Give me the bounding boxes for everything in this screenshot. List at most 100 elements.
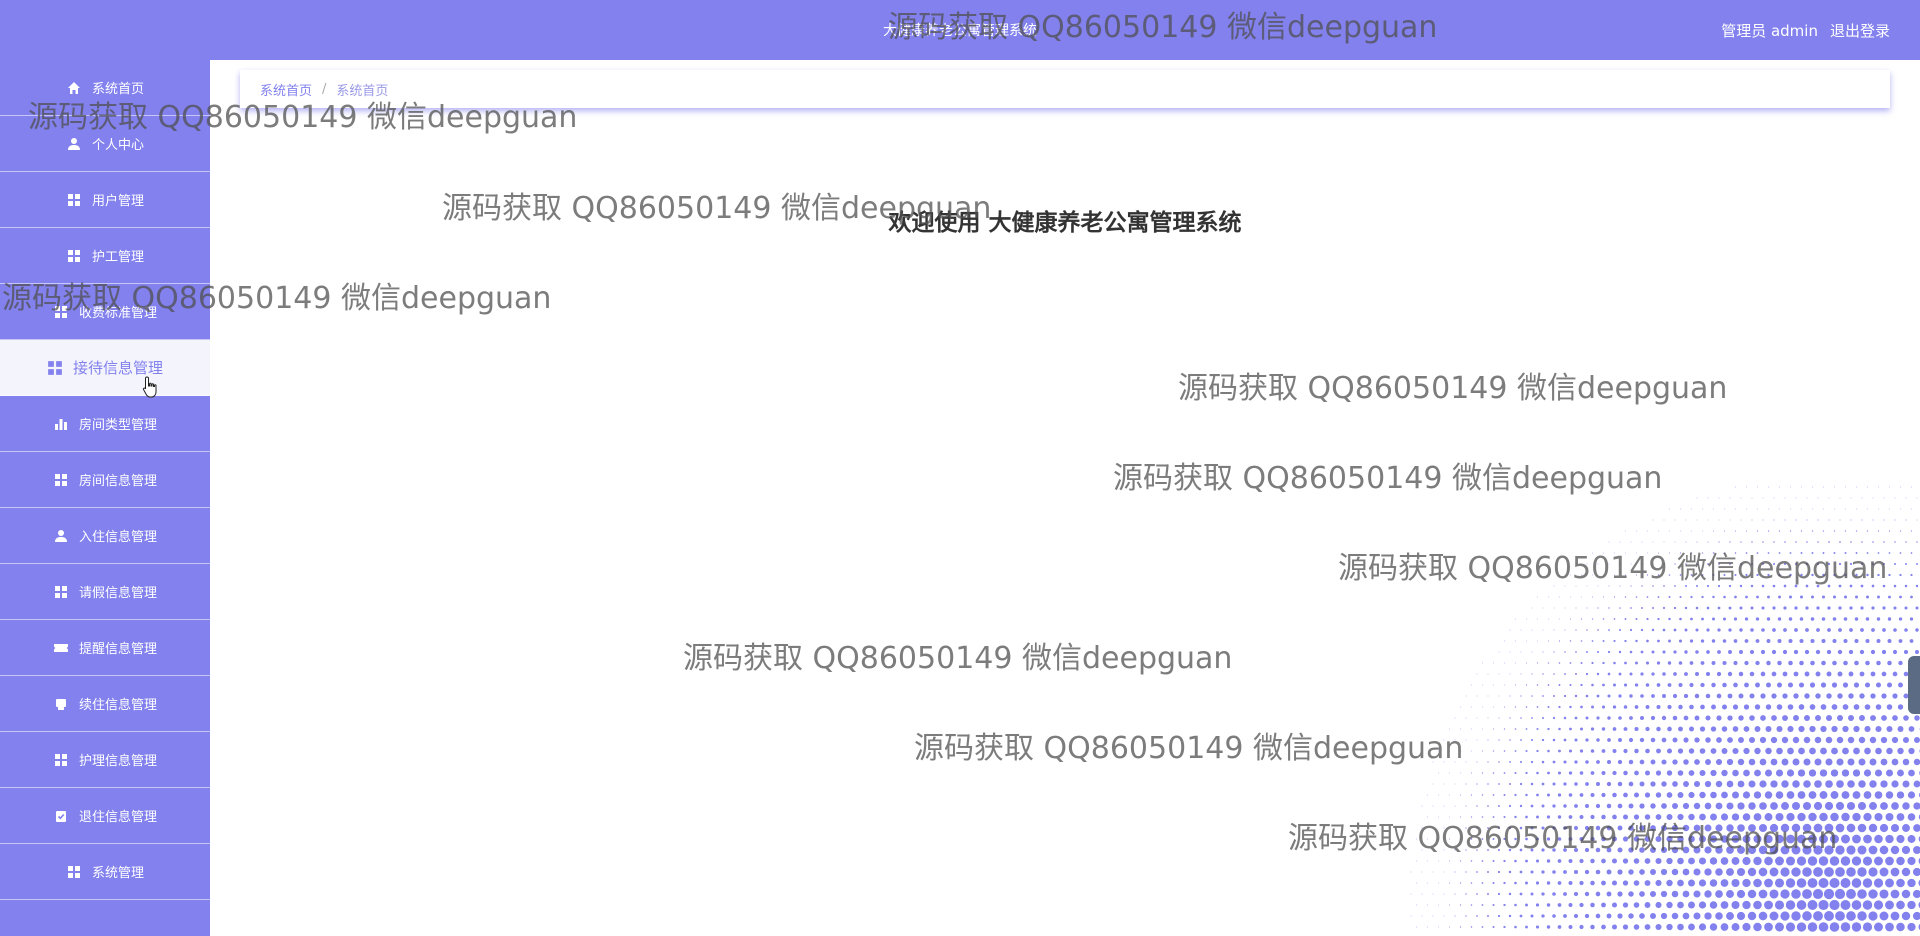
watermark: 源码获取 QQ86050149 微信deepguan: [914, 731, 1464, 766]
halftone-dot: [1872, 541, 1874, 543]
halftone-dot: [1745, 530, 1748, 532]
halftone-dot: [1613, 661, 1616, 665]
halftone-dot: [1783, 606, 1787, 610]
halftone-dot: [1559, 618, 1560, 620]
halftone-dot: [1744, 617, 1749, 621]
halftone-dot: [1710, 748, 1717, 754]
halftone-dot: [1758, 867, 1768, 877]
halftone-dot: [1633, 880, 1640, 886]
halftone-dot: [1465, 783, 1467, 785]
halftone-dot: [1443, 827, 1445, 829]
sidebar-item-home[interactable]: 系统首页: [0, 60, 210, 116]
halftone-dot: [1822, 595, 1825, 599]
halftone-dot: [1695, 650, 1699, 654]
halftone-dot: [1769, 867, 1779, 877]
sidebar-item-fees[interactable]: 收费标准管理: [0, 284, 210, 340]
halftone-dot: [1657, 596, 1660, 598]
halftone-dot: [1696, 519, 1698, 521]
halftone-dot: [1607, 716, 1611, 720]
logout-link[interactable]: 退出登录: [1830, 20, 1890, 41]
sidebar-item-check-in[interactable]: 入住信息管理: [0, 508, 210, 564]
sidebar-item-rooms[interactable]: 房间信息管理: [0, 452, 210, 508]
halftone-dot: [1710, 769, 1717, 777]
halftone-dot: [1515, 618, 1516, 620]
halftone-dot: [1497, 826, 1501, 830]
halftone-dot: [1755, 617, 1760, 621]
halftone-dot: [1563, 694, 1567, 698]
halftone-dot: [1644, 902, 1651, 908]
halftone-dot: [1753, 878, 1762, 888]
halftone-dot: [1796, 856, 1807, 866]
halftone-dot: [1781, 780, 1789, 788]
halftone-dot: [1595, 825, 1601, 831]
halftone-dot: [1704, 802, 1712, 810]
halftone-dot: [1525, 793, 1528, 797]
halftone-dot: [1742, 922, 1751, 932]
halftone-dot: [1875, 704, 1882, 710]
halftone-dot: [1883, 519, 1885, 521]
sidebar-item-reception[interactable]: 接待信息管理: [0, 340, 210, 396]
halftone-dot: [1568, 749, 1573, 753]
halftone-dot: [1715, 846, 1723, 854]
halftone-dot: [1847, 780, 1855, 788]
halftone-dot: [1882, 606, 1886, 610]
halftone-dot: [1889, 486, 1890, 488]
halftone-dot: [1492, 859, 1495, 863]
halftone-dot: [1498, 717, 1500, 719]
halftone-dot: [1514, 815, 1517, 819]
halftone-dot: [1671, 824, 1679, 832]
halftone-dot: [1802, 867, 1812, 877]
breadcrumb-home-link[interactable]: 系统首页: [260, 80, 312, 99]
sidebar-item-check-out[interactable]: 退住信息管理: [0, 788, 210, 844]
halftone-dot: [1843, 660, 1848, 666]
halftone-dot: [1809, 747, 1816, 755]
halftone-dot: [1881, 671, 1887, 677]
sidebar-item-profile[interactable]: 个人中心: [0, 116, 210, 172]
halftone-dot: [1465, 871, 1467, 873]
halftone-dot: [1807, 856, 1818, 866]
halftone-dot: [1476, 783, 1478, 785]
halftone-dot: [1645, 683, 1650, 687]
halftone-dot: [1636, 530, 1637, 532]
halftone-dot: [1916, 541, 1918, 543]
halftone-dot: [1432, 805, 1434, 807]
halftone-dot: [1575, 563, 1577, 565]
sidebar-item-nursing[interactable]: 护理信息管理: [0, 732, 210, 788]
sidebar-item-system[interactable]: 系统管理: [0, 844, 210, 900]
halftone-dot: [1497, 914, 1501, 918]
halftone-dot: [1891, 758, 1899, 766]
halftone-dot: [1628, 891, 1634, 897]
halftone-dot: [1829, 856, 1840, 866]
halftone-dot: [1820, 725, 1827, 733]
halftone-dot: [1525, 837, 1528, 841]
halftone-dot: [1557, 793, 1562, 797]
halftone-dot: [1764, 834, 1773, 844]
sidebar-item-room-types[interactable]: 房间类型管理: [0, 396, 210, 452]
halftone-dot: [1904, 628, 1908, 632]
halftone-dot: [1535, 903, 1540, 907]
halftone-dot: [1531, 629, 1533, 631]
halftone-dot: [1579, 749, 1584, 753]
halftone-dot: [1641, 585, 1643, 587]
halftone-dot: [1909, 639, 1914, 643]
grid-icon: [66, 248, 82, 264]
halftone-dot: [1677, 813, 1684, 821]
sidebar-item-extension[interactable]: 续住信息管理: [0, 676, 210, 732]
sidebar-item-reminders[interactable]: 提醒信息管理: [0, 620, 210, 676]
halftone-dot: [1722, 617, 1727, 621]
sidebar-item-leave[interactable]: 请假信息管理: [0, 564, 210, 620]
halftone-dot: [1568, 859, 1573, 863]
side-handle[interactable]: [1908, 656, 1920, 714]
halftone-dot: [1813, 845, 1823, 855]
halftone-dot: [1573, 891, 1579, 897]
halftone-dot: [1652, 585, 1654, 587]
halftone-dot: [1794, 562, 1798, 566]
halftone-dot: [1628, 847, 1634, 853]
halftone-dot: [1460, 772, 1461, 774]
halftone-dot: [1786, 812, 1795, 822]
halftone-dot: [1682, 890, 1690, 898]
halftone-dot: [1630, 541, 1632, 543]
halftone-dot: [1693, 912, 1701, 920]
halftone-dot: [1791, 823, 1801, 833]
halftone-dot: [1801, 486, 1802, 488]
